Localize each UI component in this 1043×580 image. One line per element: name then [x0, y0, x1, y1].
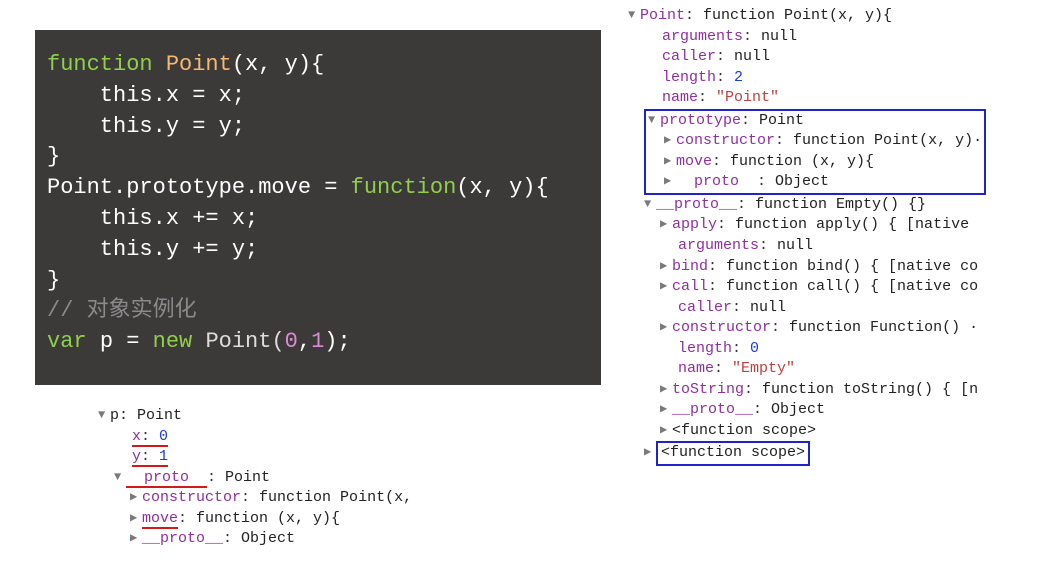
property-prototype[interactable]: ▼prototype: Point [648, 111, 982, 132]
function-name: Point [166, 52, 232, 77]
chevron-right-icon[interactable]: ▶ [660, 258, 672, 274]
property-arguments[interactable]: arguments: null [644, 27, 1043, 48]
chevron-right-icon[interactable]: ▶ [664, 173, 676, 189]
tree-root[interactable]: ▼Point: function Point(x, y){ [628, 6, 1043, 27]
code-content: function Point(x, y){ this.x = x; this.y… [47, 50, 589, 358]
keyword-function: function [47, 52, 166, 77]
chevron-down-icon[interactable]: ▼ [648, 112, 660, 128]
chevron-right-icon[interactable]: ▶ [644, 444, 656, 460]
comment: // 对象实例化 [47, 298, 197, 323]
function-scope[interactable]: ▶<function scope> [660, 421, 1043, 442]
property-caller[interactable]: caller: null [660, 298, 1043, 319]
prototype-block: ▼prototype: Point ▶constructor: function… [644, 109, 1043, 195]
property-move[interactable]: ▶move: function (x, y){ [664, 152, 982, 173]
function-scope-outer[interactable]: ▶<function scope> [644, 441, 1043, 466]
chevron-right-icon[interactable]: ▶ [664, 132, 676, 148]
property-dunder-proto[interactable]: ▼__proto__: function Empty() {} [644, 195, 1043, 216]
property-name[interactable]: name: "Point" [644, 88, 1043, 109]
chevron-down-icon[interactable]: ▼ [98, 407, 110, 423]
chevron-right-icon[interactable]: ▶ [660, 216, 672, 232]
property-length[interactable]: length: 2 [644, 68, 1043, 89]
chevron-right-icon[interactable]: ▶ [660, 278, 672, 294]
property-dunder-proto[interactable]: ▶__proto__: Object [130, 529, 412, 550]
chevron-right-icon[interactable]: ▶ [130, 510, 142, 526]
chevron-right-icon[interactable]: ▶ [660, 401, 672, 417]
chevron-right-icon[interactable]: ▶ [130, 530, 142, 546]
property-constructor[interactable]: ▶constructor: function Point(x, y)· [664, 131, 982, 152]
chevron-down-icon[interactable]: ▼ [644, 196, 656, 212]
object-inspector-point: ▼Point: function Point(x, y){ arguments:… [628, 6, 1043, 466]
property-proto[interactable]: ▶ proto : Object [664, 172, 982, 193]
code-editor: function Point(x, y){ this.x = x; this.y… [35, 30, 601, 385]
property-constructor[interactable]: ▶constructor: function Function() · [660, 318, 1043, 339]
property-constructor[interactable]: ▶constructor: function Point(x, [130, 488, 412, 509]
tree-root[interactable]: ▼p: Point [98, 406, 412, 427]
property-apply[interactable]: ▶apply: function apply() { [native [660, 215, 1043, 236]
property-arguments[interactable]: arguments: null [660, 236, 1043, 257]
property-dunder-proto[interactable]: ▶__proto__: Object [660, 400, 1043, 421]
property-y[interactable]: y: 1 [114, 447, 412, 468]
chevron-down-icon[interactable]: ▼ [628, 7, 640, 23]
property-proto[interactable]: ▼ proto : Point [114, 468, 412, 489]
property-caller[interactable]: caller: null [644, 47, 1043, 68]
chevron-right-icon[interactable]: ▶ [660, 319, 672, 335]
property-call[interactable]: ▶call: function call() { [native co [660, 277, 1043, 298]
property-name[interactable]: name: "Empty" [660, 359, 1043, 380]
chevron-right-icon[interactable]: ▶ [664, 153, 676, 169]
property-tostring[interactable]: ▶toString: function toString() { [n [660, 380, 1043, 401]
chevron-down-icon[interactable]: ▼ [114, 469, 126, 485]
property-move[interactable]: ▶move: function (x, y){ [130, 509, 412, 530]
object-inspector-p: ▼p: Point x: 0 y: 1 ▼ proto : Point ▶con… [98, 406, 412, 550]
chevron-right-icon[interactable]: ▶ [660, 381, 672, 397]
chevron-right-icon[interactable]: ▶ [660, 422, 672, 438]
property-length[interactable]: length: 0 [660, 339, 1043, 360]
property-bind[interactable]: ▶bind: function bind() { [native co [660, 257, 1043, 278]
chevron-right-icon[interactable]: ▶ [130, 489, 142, 505]
property-x[interactable]: x: 0 [114, 427, 412, 448]
